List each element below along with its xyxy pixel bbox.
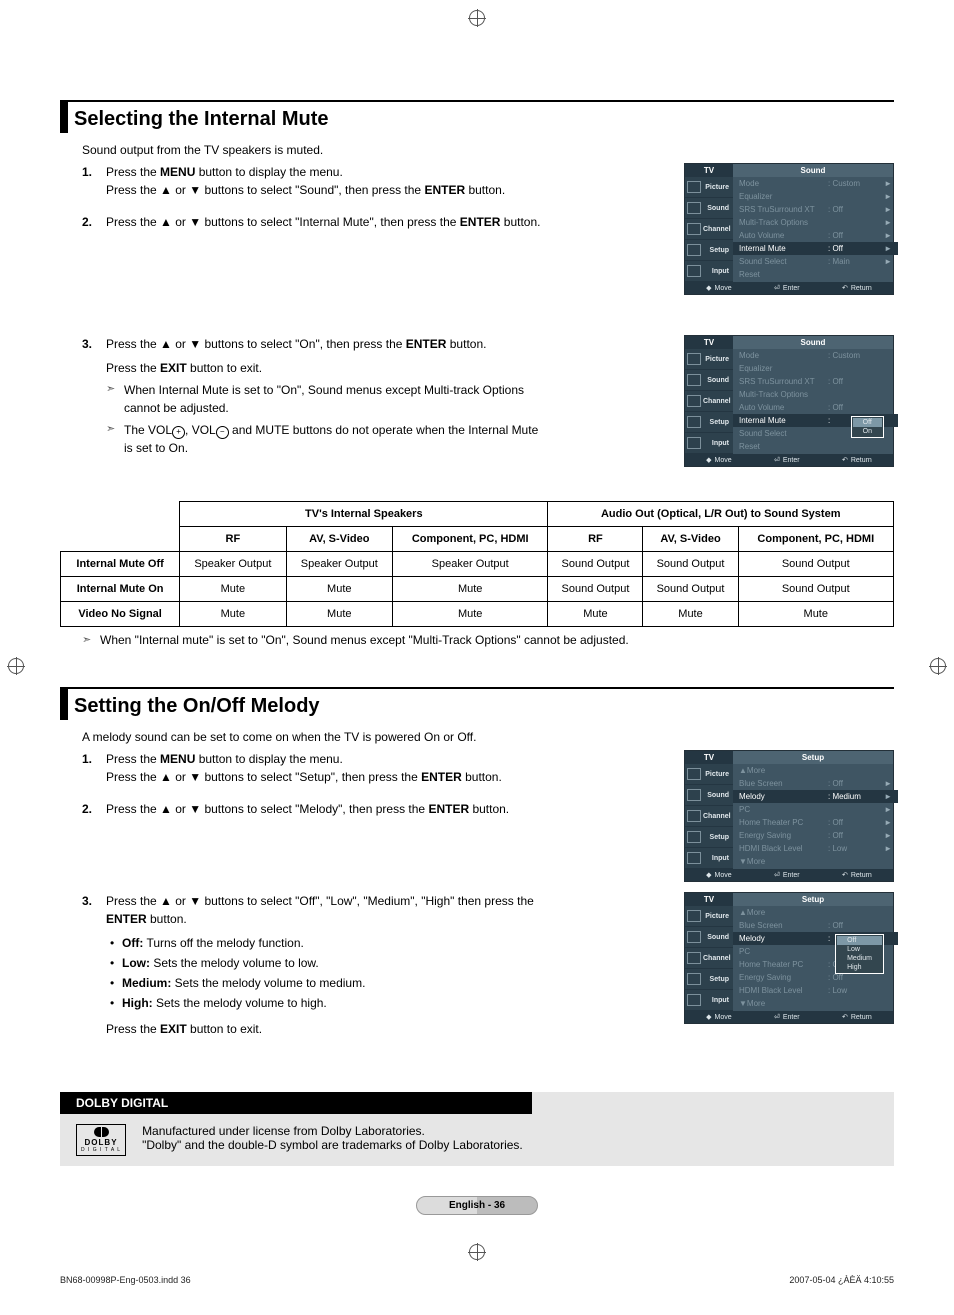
osd-side-item: Channel [685,948,733,969]
osd-side-item: Sound [685,785,733,806]
note-2: The VOL+, VOL− and MUTE buttons do not o… [106,421,546,457]
osd-side-item: Sound [685,370,733,391]
registration-mark-left [8,658,24,674]
osd-row: SRS TruSurround XT: Off► [733,203,898,216]
registration-mark-right [930,658,946,674]
osd-sound-2: TV Sound PictureSoundChannelSetupInput M… [684,335,894,467]
osd-row: HDMI Black Level: Low► [733,842,898,855]
osd-row: Mode: Custom [733,349,898,362]
step-1: 1. Press the MENU button to display the … [82,163,546,199]
osd-side-item: Channel [685,219,733,240]
osd-row: Multi-Track Options► [733,216,898,229]
osd-side-item: Sound [685,198,733,219]
melody-step-3: 3. Press the ▲ or ▼ buttons to select "O… [82,892,546,1038]
section2-intro: A melody sound can be set to come on whe… [82,730,894,744]
table-col-header: RF [180,527,286,552]
melody-step-2: 2. Press the ▲ or ▼ buttons to select "M… [82,800,546,818]
osd-side-item: Channel [685,806,733,827]
osd-row: HDMI Black Level: Low [733,984,898,997]
osd-side-item: Sound [685,927,733,948]
osd-side-item: Input [685,433,733,454]
osd-row: Melody: Medium► [733,790,898,803]
table-note: When "Internal mute" is set to "On", Sou… [82,633,894,647]
osd-side-item: Setup [685,412,733,433]
document-footer: BN68-00998P-Eng-0503.indd 36 2007-05-04 … [60,1275,894,1285]
melody-option: Low: Sets the melody volume to low. [108,954,546,972]
osd-row: ▲More [733,764,898,777]
osd-side-item: Input [685,261,733,282]
osd-row: Reset [733,440,898,453]
step-2: 2. Press the ▲ or ▼ buttons to select "I… [82,213,546,231]
dolby-line-1: Manufactured under license from Dolby La… [142,1124,523,1138]
dolby-line-2: "Dolby" and the double-D symbol are trad… [142,1138,523,1152]
osd-setup-2: TV Setup PictureSoundChannelSetupInput ▲… [684,892,894,1024]
osd-sound-1: TV Sound PictureSoundChannelSetupInput M… [684,163,894,295]
melody-option: High: Sets the melody volume to high. [108,994,546,1012]
table-col-header: Component, PC, HDMI [738,527,893,552]
osd-side-item: Setup [685,827,733,848]
osd-row: ▼More [733,997,898,1010]
osd-side-item: Setup [685,969,733,990]
osd-side-item: Input [685,848,733,869]
note-1: When Internal Mute is set to "On", Sound… [106,381,546,417]
table-col-header: AV, S-Video [286,527,392,552]
table-col-header: AV, S-Video [643,527,738,552]
osd-side-item: Picture [685,349,733,370]
melody-option: Medium: Sets the melody volume to medium… [108,974,546,992]
osd-row: Blue Screen: Off► [733,777,898,790]
table-row: Video No SignalMuteMuteMuteMuteMuteMute [61,602,894,627]
osd-row: Internal Mute: Off► [733,242,898,255]
osd-side-item: Channel [685,391,733,412]
osd-row: SRS TruSurround XT: Off [733,375,898,388]
registration-mark-bottom [469,1244,485,1260]
table-col-header: RF [548,527,643,552]
table-row: Internal Mute OnMuteMuteMuteSound Output… [61,577,894,602]
osd-row: Reset [733,268,898,281]
table-row: Internal Mute OffSpeaker OutputSpeaker O… [61,552,894,577]
osd-row: ▼More [733,855,898,868]
page-number: English - 36 [416,1196,538,1215]
section1-intro: Sound output from the TV speakers is mut… [82,143,894,157]
osd-side-item: Picture [685,906,733,927]
table-col-header: Component, PC, HDMI [392,527,547,552]
melody-option: Off: Turns off the melody function. [108,934,546,952]
osd-side-item: Picture [685,764,733,785]
step-3: 3. Press the ▲ or ▼ buttons to select "O… [82,335,546,457]
dolby-box: DOLBY DIGITAL DOLBY D I G I T A L Manufa… [60,1092,894,1166]
osd-row: Home Theater PC: Off► [733,816,898,829]
osd-row: Blue Screen: Off [733,919,898,932]
osd-row: Auto Volume: Off► [733,229,898,242]
section-title-internal-mute: Selecting the Internal Mute [60,100,894,133]
dolby-logo: DOLBY D I G I T A L [76,1124,126,1156]
osd-row: PC► [733,803,898,816]
osd-row: Mode: Custom► [733,177,898,190]
registration-mark-top [469,10,485,26]
osd-setup-1: TV Setup PictureSoundChannelSetupInput ▲… [684,750,894,882]
osd-row: Multi-Track Options [733,388,898,401]
osd-row: Equalizer [733,362,898,375]
osd-side-item: Picture [685,177,733,198]
osd-side-item: Input [685,990,733,1011]
section-title-melody: Setting the On/Off Melody [60,687,894,720]
osd-row: Auto Volume: Off [733,401,898,414]
osd-side-item: Setup [685,240,733,261]
output-table: TV's Internal Speakers Audio Out (Optica… [60,501,894,627]
osd-row: Sound Select: Main► [733,255,898,268]
osd-row: Equalizer► [733,190,898,203]
osd-row: ▲More [733,906,898,919]
osd-row: Energy Saving: Off► [733,829,898,842]
melody-step-1: 1. Press the MENU button to display the … [82,750,546,786]
